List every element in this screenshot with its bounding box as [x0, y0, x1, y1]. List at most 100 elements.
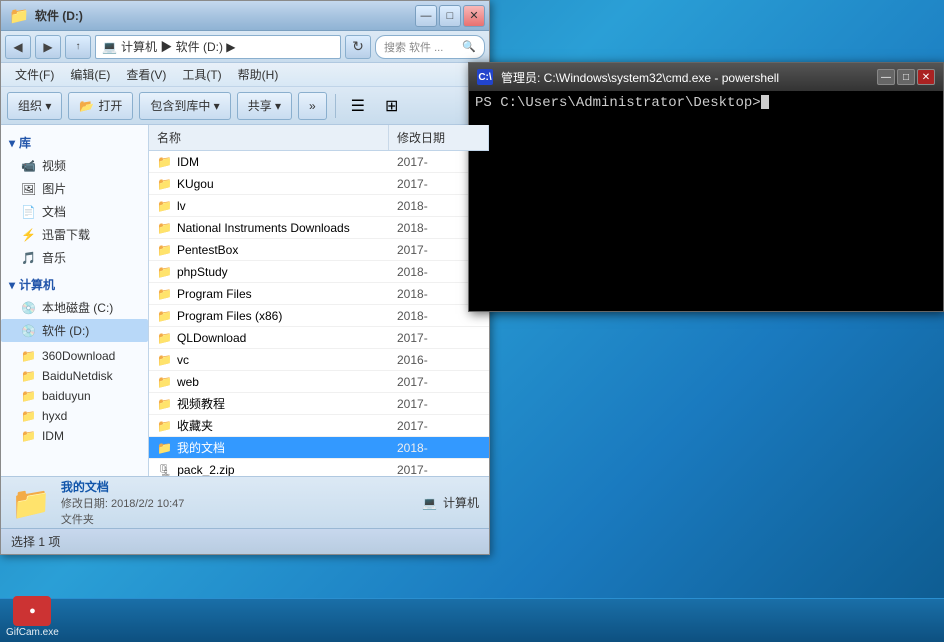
menu-tools[interactable]: 工具(T) [174, 64, 229, 85]
view-icons-button[interactable]: ⊞ [378, 92, 406, 120]
nav-bar: ◀ ▶ ↑ 💻 计算机 ▶ 软件 (D:) ▶ ↻ 搜索 软件 ... 🔍 [1, 31, 489, 63]
chevron-down-icon2: ▾ [9, 278, 15, 292]
sidebar-item-drive-c[interactable]: 💿 本地磁盘 (C:) [1, 296, 148, 319]
titlebar-left: 📁 软件 (D:) [9, 6, 83, 26]
close-button[interactable]: ✕ [463, 5, 485, 27]
back-button[interactable]: ◀ [5, 35, 31, 59]
desktop: 📁 软件 (D:) — □ ✕ ◀ ▶ ↑ 💻 计算机 ▶ 软件 (D:) ▶ … [0, 0, 944, 642]
bottom-bar: 选择 1 项 [1, 528, 489, 554]
include-label: 包含到库中 ▾ [150, 97, 219, 114]
minimize-button[interactable]: — [415, 5, 437, 27]
sidebar-item-documents[interactable]: 📄 文档 [1, 200, 148, 223]
more-button[interactable]: » [298, 92, 327, 120]
ps-minimize-button[interactable]: — [877, 69, 895, 85]
col-header-date[interactable]: 修改日期 [389, 125, 489, 150]
toolbar: 组织 ▾ 📂 打开 包含到库中 ▾ 共享 ▾ » ☰ ⊞ [1, 87, 489, 125]
file-name-programfilesx86: 📁Program Files (x86) [149, 307, 389, 325]
open-button[interactable]: 📂 打开 [68, 92, 133, 120]
status-selected-detail: 修改日期: 2018/2/2 10:47 [61, 495, 185, 511]
file-row-programfiles[interactable]: 📁Program Files 2018- [149, 283, 489, 305]
folder-hyxd-icon: 📁 [21, 409, 36, 423]
sidebar-header-computer[interactable]: ▾ 计算机 [1, 273, 148, 296]
file-row-phpstudy[interactable]: 📁phpStudy 2018- [149, 261, 489, 283]
open-text: 打开 [98, 97, 122, 114]
search-bar[interactable]: 搜索 软件 ... 🔍 [375, 35, 485, 59]
libraries-label: 库 [19, 134, 31, 151]
file-row-lv[interactable]: 📁lv 2018- [149, 195, 489, 217]
music-label: 音乐 [42, 249, 66, 266]
up-button[interactable]: ↑ [65, 35, 91, 59]
sidebar-item-pictures[interactable]: 🖼 图片 [1, 177, 148, 200]
titlebar-buttons: — □ ✕ [415, 5, 485, 27]
toolbar-separator [335, 94, 336, 118]
sidebar-item-idm[interactable]: 📁 IDM [1, 426, 148, 446]
explorer-title: 软件 (D:) [35, 7, 83, 24]
file-row-vc[interactable]: 📁vc 2016- [149, 349, 489, 371]
forward-button[interactable]: ▶ [35, 35, 61, 59]
maximize-button[interactable]: □ [439, 5, 461, 27]
file-date-videotutor: 2017- [389, 395, 489, 413]
file-row-web[interactable]: 📁web 2017- [149, 371, 489, 393]
pictures-label: 图片 [42, 180, 66, 197]
file-name-favorites: 📁收藏夹 [149, 415, 389, 436]
sidebar-item-baidunetdisk[interactable]: 📁 BaiduNetdisk [1, 366, 148, 386]
file-date-packzip: 2017- [389, 461, 489, 477]
status-bar: 📁 我的文档 修改日期: 2018/2/2 10:47 文件夹 💻 计算机 [1, 476, 489, 528]
sidebar-item-video[interactable]: 📹 视频 [1, 154, 148, 177]
share-label: 共享 ▾ [248, 97, 281, 114]
file-row-packzip[interactable]: 🗜pack_2.zip 2017- [149, 459, 489, 476]
file-row-mydocs[interactable]: 📁我的文档 2018- [149, 437, 489, 459]
menu-view[interactable]: 查看(V) [118, 64, 174, 85]
search-placeholder-text: 搜索 软件 ... [384, 39, 443, 55]
ps-maximize-button[interactable]: □ [897, 69, 915, 85]
include-button[interactable]: 包含到库中 ▾ [139, 92, 230, 120]
sidebar: ▾ 库 📹 视频 🖼 图片 📄 文档 [1, 125, 149, 476]
menu-edit[interactable]: 编辑(E) [62, 64, 118, 85]
address-bar[interactable]: 💻 计算机 ▶ 软件 (D:) ▶ [95, 35, 341, 59]
sidebar-item-music[interactable]: 🎵 音乐 [1, 246, 148, 269]
thunder-label: 迅雷下载 [42, 226, 90, 243]
file-row-kugou[interactable]: 📁KUgou 2017- [149, 173, 489, 195]
menu-help[interactable]: 帮助(H) [230, 64, 287, 85]
ps-close-button[interactable]: ✕ [917, 69, 935, 85]
sidebar-item-thunder[interactable]: ⚡ 迅雷下载 [1, 223, 148, 246]
file-list-header: 名称 修改日期 [149, 125, 489, 151]
refresh-button[interactable]: ↻ [345, 35, 371, 59]
file-name-ni: 📁National Instruments Downloads [149, 219, 389, 237]
powershell-window: C:\ 管理员: C:\Windows\system32\cmd.exe - p… [468, 62, 944, 312]
sidebar-item-hyxd[interactable]: 📁 hyxd [1, 406, 148, 426]
organize-label: 组织 ▾ [18, 97, 51, 114]
file-name-pentestbox: 📁PentestBox [149, 241, 389, 259]
file-row-qldownload[interactable]: 📁QLDownload 2017- [149, 327, 489, 349]
selection-count-text: 选择 1 项 [11, 533, 60, 550]
status-right: 💻 计算机 [422, 494, 479, 511]
ps-title-left: C:\ 管理员: C:\Windows\system32\cmd.exe - p… [477, 69, 779, 86]
ps-buttons: — □ ✕ [877, 69, 935, 85]
sidebar-item-drive-d[interactable]: 💿 软件 (D:) [1, 319, 148, 342]
file-row-videotutor[interactable]: 📁视频教程 2017- [149, 393, 489, 415]
explorer-folder-icon: 📁 [9, 6, 29, 26]
view-list-button[interactable]: ☰ [344, 92, 372, 120]
sidebar-item-baiduyun[interactable]: 📁 baiduyun [1, 386, 148, 406]
file-row-pentestbox[interactable]: 📁PentestBox 2017- [149, 239, 489, 261]
gifcam-icon[interactable]: ● [13, 596, 51, 626]
col-header-name[interactable]: 名称 [149, 125, 389, 150]
sidebar-item-360download[interactable]: 📁 360Download [1, 346, 148, 366]
file-row-programfilesx86[interactable]: 📁Program Files (x86) 2018- [149, 305, 489, 327]
file-name-web: 📁web [149, 373, 389, 391]
sidebar-header-libraries[interactable]: ▾ 库 [1, 131, 148, 154]
menu-file[interactable]: 文件(F) [7, 64, 62, 85]
documents-label: 文档 [42, 203, 66, 220]
sidebar-section-libraries: ▾ 库 📹 视频 🖼 图片 📄 文档 [1, 131, 148, 269]
status-selected-name: 我的文档 [61, 478, 185, 495]
gifcam-label: GifCam.exe [6, 627, 59, 638]
file-row-ni[interactable]: 📁National Instruments Downloads 2018- [149, 217, 489, 239]
search-icon: 🔍 [462, 40, 476, 53]
drive-c-icon: 💿 [21, 301, 36, 315]
explorer-titlebar: 📁 软件 (D:) — □ ✕ [1, 1, 489, 31]
organize-button[interactable]: 组织 ▾ [7, 92, 62, 120]
share-button[interactable]: 共享 ▾ [237, 92, 292, 120]
file-row-idm[interactable]: 📁IDM 2017- [149, 151, 489, 173]
file-row-favorites[interactable]: 📁收藏夹 2017- [149, 415, 489, 437]
folder-baiduyun-label: baiduyun [42, 389, 91, 403]
